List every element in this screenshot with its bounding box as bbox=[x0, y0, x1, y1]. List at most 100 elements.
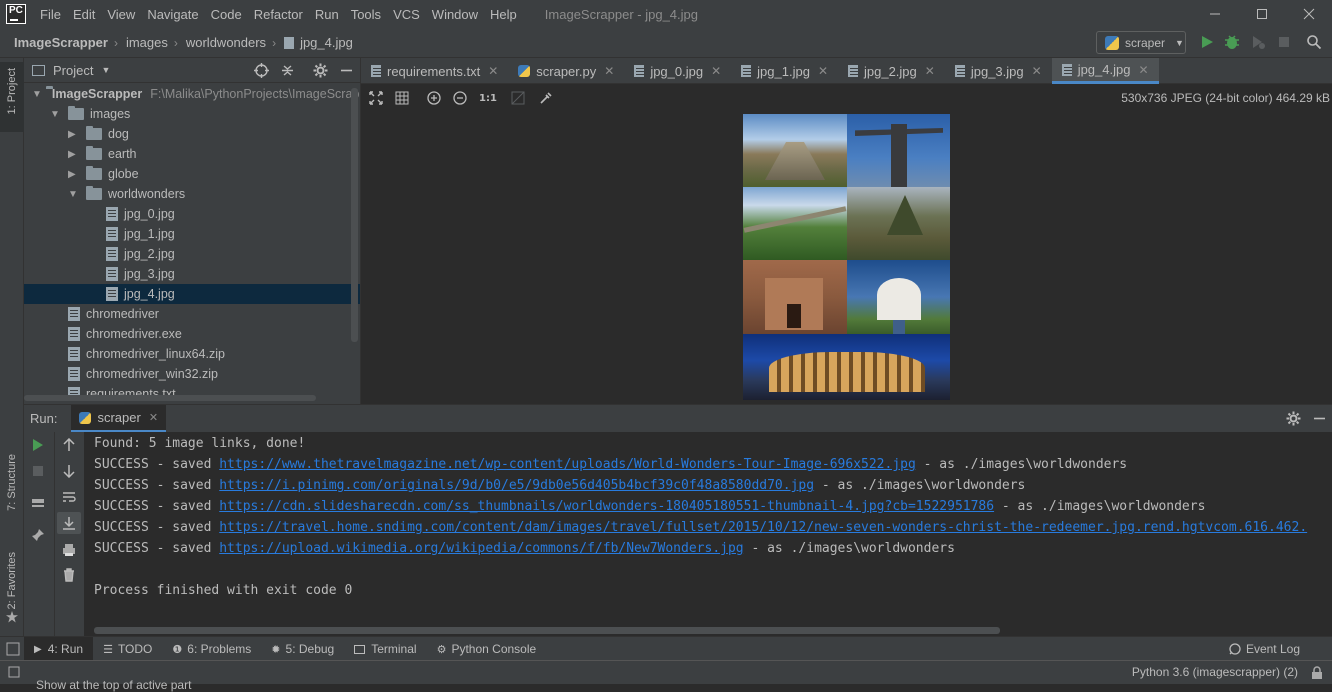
maximize-button[interactable] bbox=[1238, 0, 1285, 28]
background-toggle-icon[interactable] bbox=[511, 91, 525, 105]
tool-tab-terminal[interactable]: Terminal bbox=[344, 637, 426, 662]
run-tab-scraper[interactable]: scraper ✕ bbox=[71, 405, 167, 432]
toggle-tool-windows-icon[interactable] bbox=[8, 666, 20, 678]
menu-run[interactable]: Run bbox=[309, 7, 345, 22]
menu-help[interactable]: Help bbox=[484, 7, 523, 22]
tool-tab-event-log[interactable]: Event Log bbox=[1219, 637, 1310, 662]
tree-folder-globe[interactable]: ▶ globe bbox=[68, 164, 139, 184]
tab-jpg3[interactable]: jpg_3.jpg ✕ bbox=[945, 58, 1052, 84]
menu-edit[interactable]: Edit bbox=[67, 7, 101, 22]
tree-file-jpg3[interactable]: jpg_3.jpg bbox=[106, 264, 175, 284]
menu-navigate[interactable]: Navigate bbox=[141, 7, 204, 22]
dropdown-arrow-icon[interactable]: ▼ bbox=[101, 65, 110, 75]
soft-wrap-icon[interactable] bbox=[62, 490, 76, 504]
breadcrumb-worldwonders[interactable]: worldwonders bbox=[178, 35, 266, 50]
project-view-selector[interactable]: Project bbox=[53, 63, 93, 78]
print-icon[interactable] bbox=[62, 543, 76, 557]
tree-folder-worldwonders[interactable]: ▼ worldwonders bbox=[68, 184, 185, 204]
tool-tab-problems[interactable]: ❶ 6: Problems bbox=[162, 637, 261, 662]
run-with-coverage-icon[interactable] bbox=[1250, 34, 1266, 50]
debug-icon[interactable] bbox=[1224, 34, 1240, 50]
favorites-tool-tab[interactable]: 2: Favorites bbox=[6, 552, 18, 609]
fit-zoom-icon[interactable] bbox=[369, 91, 383, 105]
tool-tab-debug[interactable]: ✹ 5: Debug bbox=[261, 637, 344, 662]
breadcrumb-images[interactable]: images bbox=[118, 35, 168, 50]
tool-tab-run[interactable]: ▶ 4: Run bbox=[24, 636, 94, 662]
minimize-button[interactable] bbox=[1191, 0, 1238, 28]
console-link[interactable]: https://upload.wikimedia.org/wikipedia/c… bbox=[219, 541, 743, 556]
tree-file-jpg0[interactable]: jpg_0.jpg bbox=[106, 204, 175, 224]
hide-panel-icon[interactable] bbox=[1312, 411, 1327, 426]
run-config-selector[interactable]: scraper ▼ bbox=[1096, 31, 1186, 54]
tab-scraper[interactable]: scraper.py ✕ bbox=[508, 58, 624, 84]
color-picker-icon[interactable] bbox=[539, 91, 553, 105]
collapse-all-icon[interactable] bbox=[280, 63, 295, 78]
grid-icon[interactable] bbox=[395, 91, 409, 105]
pin-icon[interactable] bbox=[31, 528, 45, 542]
tool-tab-todo[interactable]: ☰ TODO bbox=[93, 637, 162, 662]
rerun-icon[interactable] bbox=[31, 438, 45, 452]
run-icon[interactable] bbox=[1199, 34, 1215, 50]
horizontal-scrollbar[interactable] bbox=[24, 395, 316, 401]
menu-tools[interactable]: Tools bbox=[345, 7, 387, 22]
layout-icon[interactable] bbox=[31, 496, 45, 510]
structure-tool-tab[interactable]: 7: Structure bbox=[6, 454, 18, 511]
hide-panel-icon[interactable] bbox=[339, 63, 354, 78]
close-tab-icon[interactable]: ✕ bbox=[925, 64, 935, 78]
search-icon[interactable] bbox=[1306, 34, 1322, 50]
close-tab-icon[interactable]: ✕ bbox=[604, 64, 614, 78]
zoom-out-icon[interactable] bbox=[453, 91, 467, 105]
tree-file-jpg2[interactable]: jpg_2.jpg bbox=[106, 244, 175, 264]
close-tab-icon[interactable]: ✕ bbox=[149, 411, 158, 424]
tree-file-chromedriver-linux64[interactable]: chromedriver_linux64.zip bbox=[68, 344, 225, 364]
menu-view[interactable]: View bbox=[101, 7, 141, 22]
stop-icon[interactable] bbox=[31, 464, 45, 478]
stop-icon[interactable] bbox=[1276, 34, 1292, 50]
layout-icon[interactable] bbox=[6, 642, 20, 656]
tab-jpg0[interactable]: jpg_0.jpg ✕ bbox=[624, 58, 731, 84]
vertical-scrollbar[interactable] bbox=[351, 88, 358, 342]
console-link[interactable]: https://travel.home.sndimg.com/content/d… bbox=[219, 520, 1307, 535]
tree-file-jpg4[interactable]: jpg_4.jpg bbox=[24, 284, 360, 304]
lock-icon[interactable] bbox=[1310, 666, 1324, 680]
project-tool-tab[interactable]: 1: Project bbox=[6, 68, 18, 114]
tree-folder-dog[interactable]: ▶ dog bbox=[68, 124, 129, 144]
console-link[interactable]: https://cdn.slidesharecdn.com/ss_thumbna… bbox=[219, 499, 994, 514]
tree-file-jpg1[interactable]: jpg_1.jpg bbox=[106, 224, 175, 244]
tree-root-project[interactable]: ▼ ImageScrapper F:\Malika\PythonProjects… bbox=[32, 84, 359, 104]
menu-file[interactable]: File bbox=[34, 7, 67, 22]
tab-jpg4[interactable]: jpg_4.jpg ✕ bbox=[1051, 58, 1159, 84]
console-output[interactable]: Found: 5 image links, done! SUCCESS - sa… bbox=[84, 432, 1332, 636]
tab-requirements[interactable]: requirements.txt ✕ bbox=[361, 58, 508, 84]
console-link[interactable]: https://i.pinimg.com/originals/9d/b0/e5/… bbox=[219, 478, 814, 493]
horizontal-scrollbar[interactable] bbox=[94, 627, 1000, 634]
close-tab-icon[interactable]: ✕ bbox=[711, 64, 721, 78]
arrow-down-icon[interactable] bbox=[62, 464, 76, 478]
tree-folder-images[interactable]: ▼ images bbox=[50, 104, 130, 124]
close-tab-icon[interactable]: ✕ bbox=[1138, 63, 1148, 77]
tree-file-requirements[interactable]: requirements.txt bbox=[68, 384, 176, 404]
gear-icon[interactable] bbox=[313, 63, 328, 78]
arrow-up-icon[interactable] bbox=[62, 438, 76, 452]
trash-icon[interactable] bbox=[62, 568, 76, 582]
close-tab-icon[interactable]: ✕ bbox=[818, 64, 828, 78]
tool-tab-python-console[interactable]: ⚙ Python Console bbox=[427, 637, 547, 662]
actual-size-button[interactable]: 1:1 bbox=[479, 93, 497, 104]
tree-folder-earth[interactable]: ▶ earth bbox=[68, 144, 137, 164]
close-tab-icon[interactable]: ✕ bbox=[1032, 64, 1042, 78]
menu-refactor[interactable]: Refactor bbox=[248, 7, 309, 22]
close-button[interactable] bbox=[1285, 0, 1332, 28]
close-tab-icon[interactable]: ✕ bbox=[488, 64, 498, 78]
breadcrumb-file[interactable]: jpg_4.jpg bbox=[294, 35, 353, 50]
breadcrumb-project[interactable]: ImageScrapper bbox=[0, 35, 108, 50]
menu-code[interactable]: Code bbox=[205, 7, 248, 22]
menu-vcs[interactable]: VCS bbox=[387, 7, 426, 22]
tab-jpg2[interactable]: jpg_2.jpg ✕ bbox=[838, 58, 945, 84]
tree-file-chromedriver[interactable]: chromedriver bbox=[68, 304, 159, 324]
scroll-to-end-icon[interactable] bbox=[62, 516, 76, 530]
menu-window[interactable]: Window bbox=[426, 7, 484, 22]
interpreter-selector[interactable]: Python 3.6 (imagescrapper) (2) bbox=[1132, 665, 1298, 679]
locate-file-icon[interactable] bbox=[254, 63, 269, 78]
zoom-in-icon[interactable] bbox=[427, 91, 441, 105]
gear-icon[interactable] bbox=[1286, 411, 1301, 426]
